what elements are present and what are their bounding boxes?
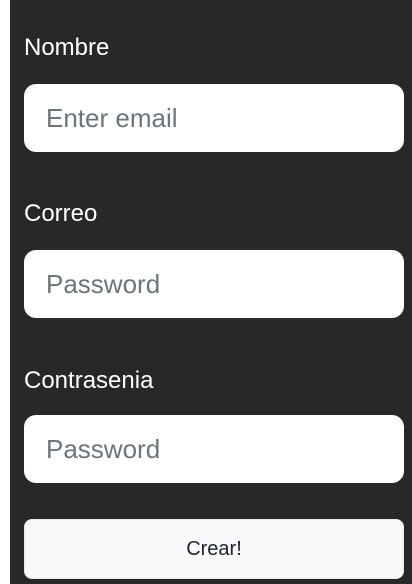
correo-label: Correo [24, 200, 98, 227]
crear-button[interactable]: Crear! [24, 519, 404, 579]
contrasenia-input[interactable] [24, 415, 404, 483]
nombre-label: Nombre [24, 34, 110, 61]
form-panel: Nombre Correo Contrasenia Crear! [10, 0, 412, 584]
nombre-input[interactable] [24, 84, 404, 152]
correo-input[interactable] [24, 250, 404, 318]
contrasenia-label: Contrasenia [24, 367, 154, 394]
